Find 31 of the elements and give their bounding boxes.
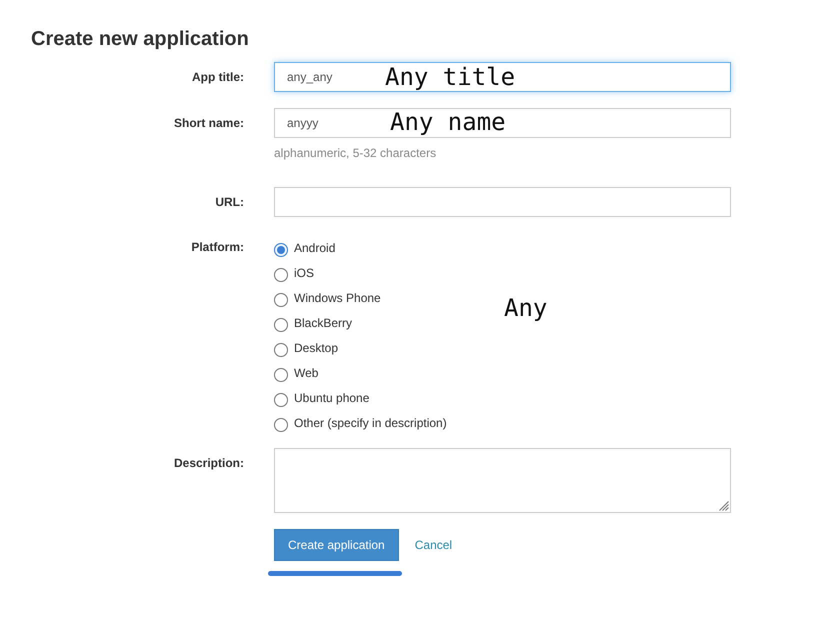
option-label[interactable]: iOS bbox=[294, 266, 314, 280]
field-label: Platform: bbox=[191, 239, 244, 256]
annotation-text: Any bbox=[504, 294, 548, 322]
option-label[interactable]: Windows Phone bbox=[294, 290, 381, 304]
option-label[interactable]: Other (specify in description) bbox=[294, 416, 447, 430]
field-label: URL: bbox=[215, 194, 244, 211]
annotation-text: Any name bbox=[390, 108, 506, 136]
radio-button[interactable] bbox=[274, 418, 288, 432]
create-application-button[interactable]: Create application bbox=[274, 529, 399, 561]
field-label: App title: bbox=[192, 69, 244, 86]
text-input-field[interactable] bbox=[274, 187, 731, 217]
radio-button[interactable] bbox=[274, 392, 288, 406]
field-hint: alphanumeric, 5-32 characters bbox=[274, 146, 436, 160]
resize-grip-icon[interactable] bbox=[719, 501, 729, 511]
option-label[interactable]: Ubuntu phone bbox=[294, 390, 370, 404]
radio-button[interactable] bbox=[274, 368, 288, 382]
cancel-link[interactable]: Cancel bbox=[414, 538, 452, 552]
description-field[interactable] bbox=[274, 448, 731, 513]
radio-button[interactable] bbox=[274, 342, 288, 356]
radio-button[interactable] bbox=[274, 268, 288, 282]
page-title: Create new application bbox=[31, 28, 249, 50]
option-label[interactable]: Web bbox=[294, 366, 318, 380]
option-label[interactable]: BlackBerry bbox=[294, 316, 352, 330]
option-label[interactable]: Desktop bbox=[294, 340, 338, 354]
annotation-text: Any title bbox=[385, 63, 516, 91]
field-label: Short name: bbox=[174, 115, 244, 132]
field-label: Description: bbox=[174, 456, 244, 470]
radio-button[interactable] bbox=[274, 242, 288, 256]
radio-button[interactable] bbox=[274, 292, 288, 306]
radio-button[interactable] bbox=[274, 318, 288, 332]
option-label[interactable]: Android bbox=[294, 240, 336, 254]
